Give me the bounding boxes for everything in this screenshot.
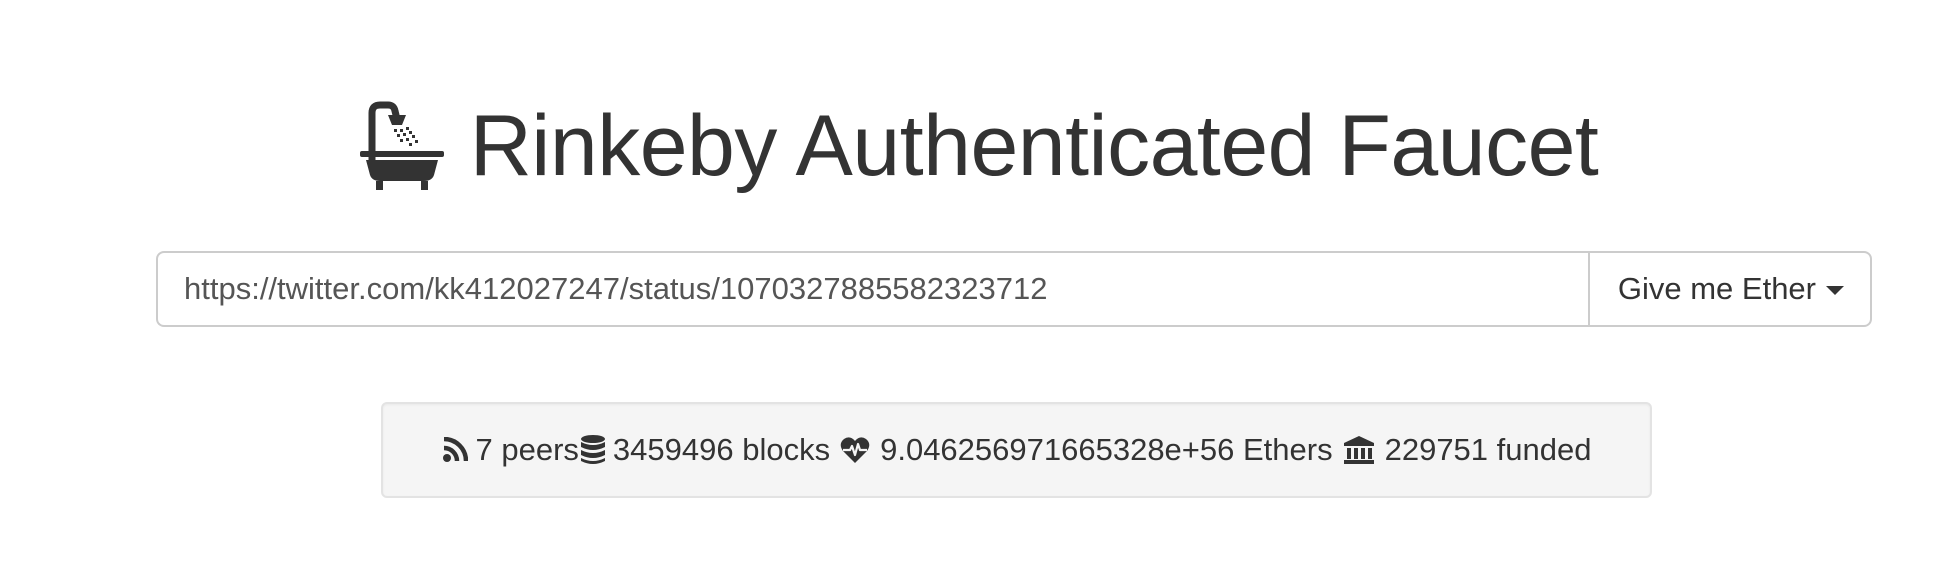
rss-icon xyxy=(442,437,468,462)
blocks-count: 3459496 blocks xyxy=(612,432,831,467)
page-title-text: Rinkeby Authenticated Faucet xyxy=(469,98,1599,194)
funded-count: 229751 funded xyxy=(1384,432,1592,467)
social-post-url-input[interactable] xyxy=(156,251,1588,327)
faucet-page: Rinkeby Authenticated Faucet Give me Eth… xyxy=(0,0,1956,588)
stat-peers: 7 peers xyxy=(442,432,579,468)
funds-amount: 9.046256971665328e+56 Ethers xyxy=(880,432,1333,467)
peers-count: 7 peers xyxy=(475,432,579,467)
page-title: Rinkeby Authenticated Faucet xyxy=(0,96,1956,196)
give-me-ether-label: Give me Ether xyxy=(1617,271,1816,306)
stat-funds: 9.046256971665328e+56 Ethers xyxy=(840,432,1333,468)
give-me-ether-button[interactable]: Give me Ether xyxy=(1587,251,1872,327)
bathtub-shower-icon xyxy=(359,101,444,190)
caret-down-icon xyxy=(1826,285,1844,295)
stat-blocks: 3459496 blocks xyxy=(579,432,830,468)
stat-funded: 229751 funded xyxy=(1343,432,1592,468)
heartbeat-icon xyxy=(840,437,870,463)
database-icon xyxy=(580,435,605,464)
request-form: Give me Ether xyxy=(156,251,1872,327)
bank-icon xyxy=(1343,436,1374,464)
faucet-stats: 7 peers 3459496 blocks 9.046256971665328… xyxy=(381,402,1652,498)
